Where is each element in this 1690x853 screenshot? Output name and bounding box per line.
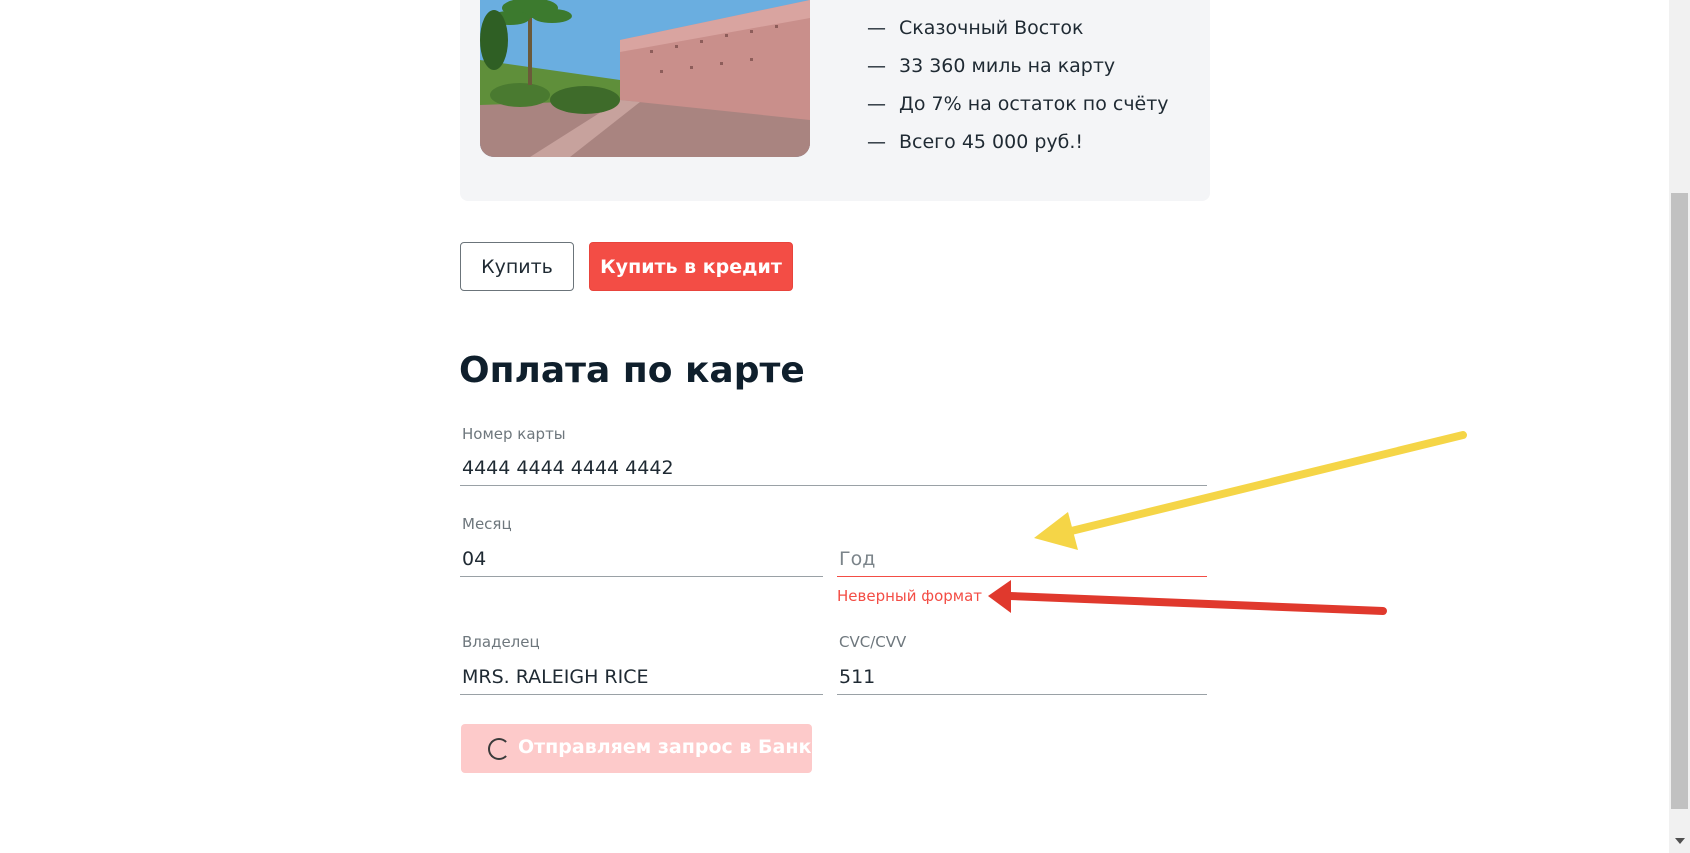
year-field	[837, 515, 1207, 577]
owner-label: Владелец	[462, 633, 540, 651]
month-label: Месяц	[462, 515, 512, 533]
tour-image	[480, 0, 810, 157]
tour-features: — Сказочный Восток —33 360 миль на карту …	[867, 13, 1169, 165]
month-field: Месяц	[460, 515, 823, 577]
scrollbar-thumb[interactable]	[1671, 193, 1688, 809]
cvc-label: CVC/CVV	[839, 633, 907, 651]
cvc-input[interactable]	[839, 666, 1205, 688]
page-scrollbar[interactable]	[1669, 0, 1690, 853]
feature-item: — Всего 45 000 руб.!	[867, 131, 1084, 153]
red-arrow-icon	[988, 580, 1387, 615]
feature-text: Сказочный Восток	[899, 17, 1084, 39]
owner-field: Владелец	[460, 633, 823, 695]
buy-button[interactable]: Купить	[460, 242, 574, 291]
submit-label: Отправляем запрос в Банк...	[518, 736, 812, 758]
loading-spinner-icon	[488, 738, 510, 760]
feature-text: 33 360 миль на карту	[899, 55, 1116, 77]
buy-credit-button[interactable]: Купить в кредит	[589, 242, 793, 291]
feature-item: —33 360 миль на карту	[867, 55, 1116, 77]
scroll-down-arrow-icon[interactable]	[1675, 838, 1685, 844]
tour-card: — Сказочный Восток —33 360 миль на карту …	[460, 0, 1210, 201]
card-number-field: Номер карты	[460, 425, 1207, 486]
feature-text: До 7% на остаток по счёту	[899, 93, 1169, 115]
card-number-label: Номер карты	[462, 425, 566, 443]
card-number-input[interactable]	[462, 457, 1205, 479]
feature-item: — До 7% на остаток по счёту	[867, 93, 1169, 115]
year-error-message: Неверный формат	[837, 587, 983, 605]
feature-item: — Сказочный Восток	[867, 17, 1084, 39]
owner-input[interactable]	[462, 666, 821, 688]
tour-photo	[480, 0, 810, 157]
submit-button[interactable]: Отправляем запрос в Банк...	[461, 724, 812, 773]
cvc-field: CVC/CVV	[837, 633, 1207, 695]
month-input[interactable]	[462, 548, 821, 570]
feature-text: Всего 45 000 руб.!	[899, 131, 1084, 153]
page-title: Оплата по карте	[459, 350, 805, 391]
year-input[interactable]	[839, 548, 1205, 570]
